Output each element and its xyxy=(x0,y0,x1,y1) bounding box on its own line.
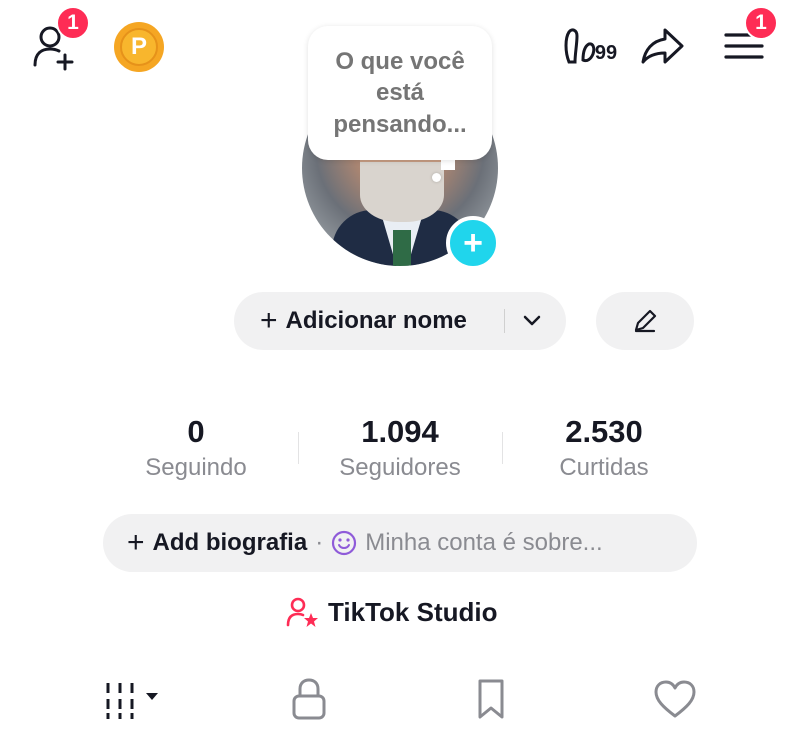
thought-bubble-tail xyxy=(432,173,441,182)
following-label: Seguindo xyxy=(145,454,247,481)
tab-liked[interactable] xyxy=(650,674,700,724)
tab-private[interactable] xyxy=(284,674,334,724)
followers-count: 1.094 xyxy=(361,414,439,449)
share-icon xyxy=(641,28,684,64)
edit-profile-button[interactable] xyxy=(596,292,694,350)
add-bio-button[interactable]: + Add biografia · Minha conta é sobre... xyxy=(103,514,697,572)
add-friend-button[interactable]: 1 xyxy=(28,6,90,72)
share-button[interactable] xyxy=(636,24,688,68)
bio-separator: · xyxy=(315,529,324,556)
heart-icon xyxy=(654,680,696,718)
profile-views-button[interactable]: 99 xyxy=(558,24,622,68)
stat-followers[interactable]: 1.094 Seguidores xyxy=(318,414,482,482)
bookmark-icon xyxy=(478,679,504,719)
add-bio-label: Add biografia xyxy=(152,529,308,556)
plus-icon: + xyxy=(463,224,483,262)
footprints-count: 99 xyxy=(594,41,618,64)
add-name-label: Adicionar nome xyxy=(285,307,467,334)
divider xyxy=(502,432,503,464)
lock-icon xyxy=(292,678,326,720)
bio-placeholder: Minha conta é sobre... xyxy=(365,529,603,556)
footprints-icon xyxy=(564,28,596,64)
likes-count: 2.530 xyxy=(565,414,643,449)
coin-icon: P xyxy=(120,28,158,66)
menu-badge: 1 xyxy=(744,6,778,40)
smiley-icon xyxy=(332,530,357,556)
tab-saved[interactable] xyxy=(466,674,516,724)
videos-grid-icon xyxy=(106,683,158,719)
add-name-button[interactable]: + Adicionar nome xyxy=(234,292,566,350)
add-avatar-button[interactable]: + xyxy=(446,216,500,270)
pencil-icon xyxy=(634,309,657,333)
likes-label: Curtidas xyxy=(559,454,649,481)
chevron-down-icon[interactable] xyxy=(520,308,544,332)
plus-icon: + xyxy=(127,526,145,559)
tiktok-studio-label: TikTok Studio xyxy=(328,596,498,627)
stat-likes[interactable]: 2.530 Curtidas xyxy=(530,414,678,482)
thought-bubble[interactable]: O que você está pensando... xyxy=(308,26,492,160)
coin-button[interactable]: P xyxy=(114,22,164,72)
add-friend-badge: 1 xyxy=(56,6,90,40)
divider xyxy=(298,432,299,464)
creator-star-icon xyxy=(286,597,318,627)
followers-label: Seguidores xyxy=(339,454,461,481)
tiktok-studio-link[interactable]: TikTok Studio xyxy=(286,596,497,628)
tab-videos[interactable] xyxy=(102,674,164,724)
plus-icon: + xyxy=(260,304,278,337)
menu-button[interactable]: 1 xyxy=(720,6,778,68)
divider xyxy=(504,309,505,333)
following-count: 0 xyxy=(187,414,205,449)
stat-following[interactable]: 0 Seguindo xyxy=(126,414,266,482)
